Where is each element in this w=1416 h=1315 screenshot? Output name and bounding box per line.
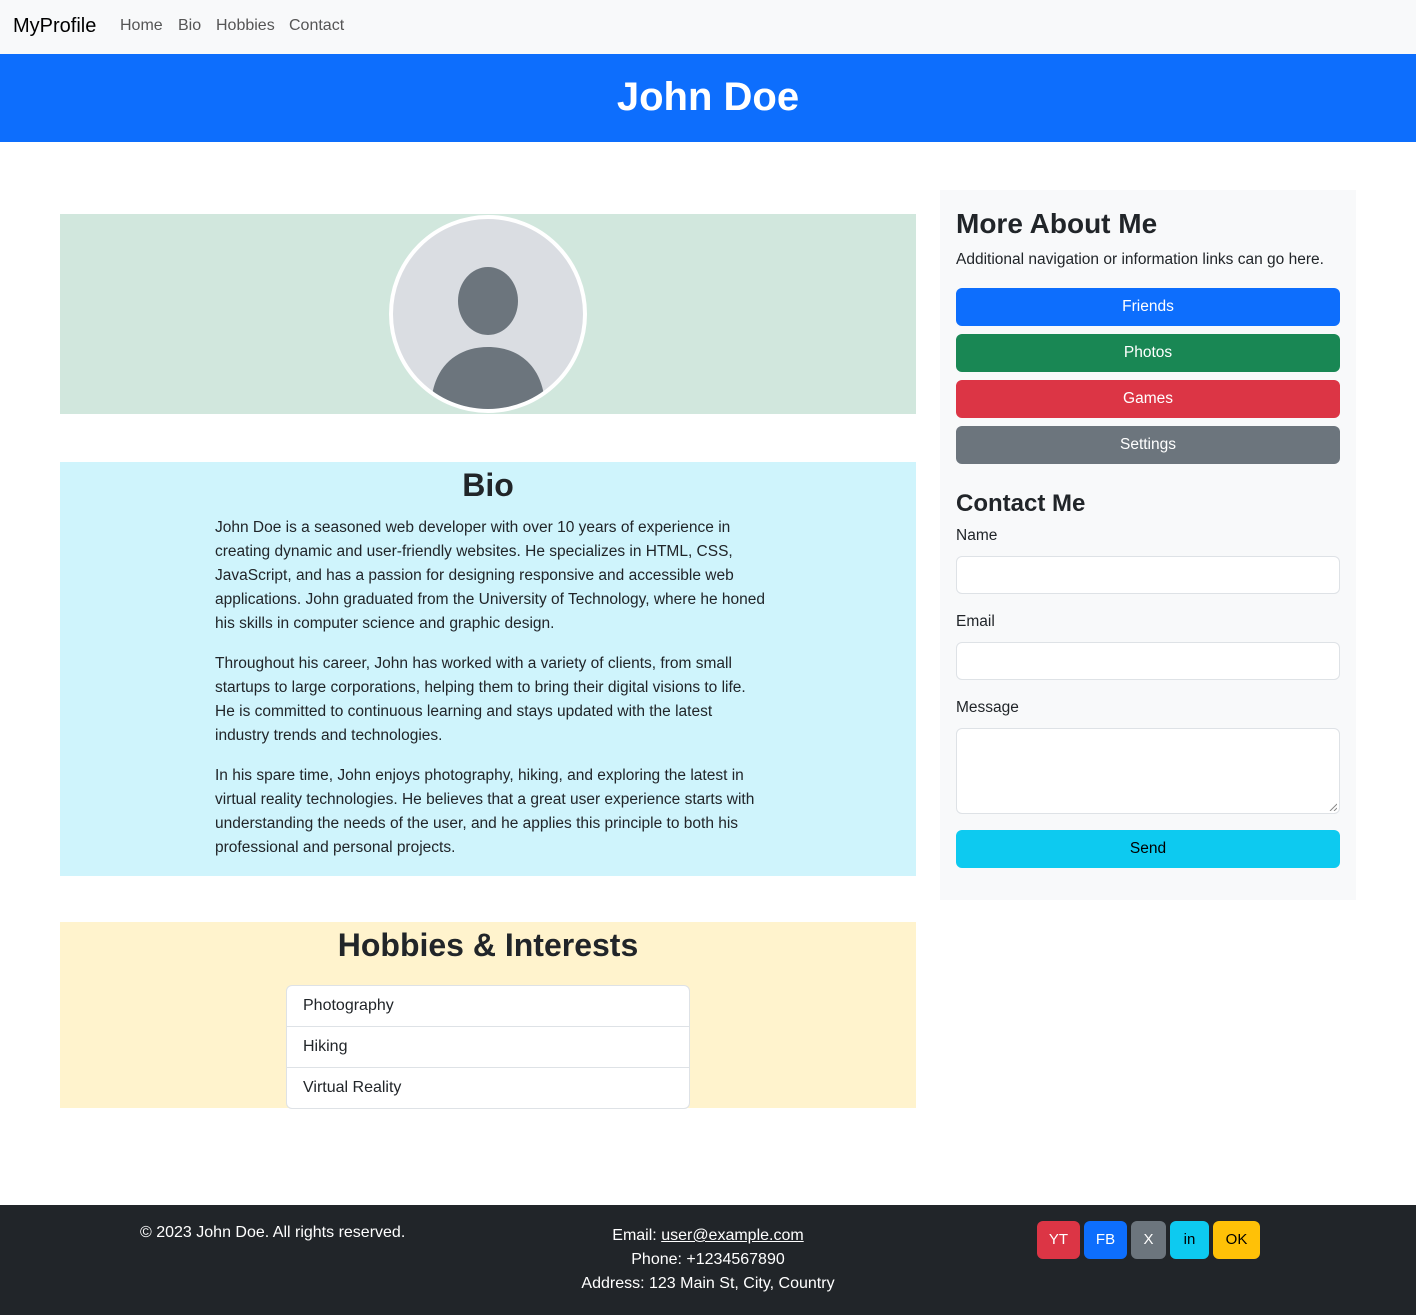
footer-email-row: Email: user@example.com (508, 1224, 908, 1248)
profile-banner (60, 214, 916, 414)
friends-button[interactable]: Friends (956, 288, 1340, 326)
user-silhouette-icon (431, 267, 545, 409)
ok-button[interactable]: OK (1213, 1221, 1260, 1259)
name-label: Name (956, 527, 998, 544)
send-button[interactable]: Send (956, 830, 1340, 868)
bio-heading: Bio (462, 467, 514, 503)
page-header: John Doe (0, 54, 1416, 142)
nav-link-contact[interactable]: Contact (289, 17, 344, 35)
footer-contact-info: Email: user@example.com Phone: +12345678… (508, 1224, 908, 1296)
hobby-list: Photography Hiking Virtual Reality (286, 985, 690, 1109)
footer-phone: Phone: +1234567890 (631, 1251, 785, 1268)
nav-link-home[interactable]: Home (120, 17, 163, 35)
contact-heading: Contact Me (956, 490, 1086, 517)
nav-link-bio[interactable]: Bio (178, 17, 201, 35)
bio-section: Bio John Doe is a seasoned web developer… (60, 462, 916, 876)
avatar (389, 215, 587, 413)
page-title: John Doe (616, 75, 800, 119)
linkedin-button[interactable]: in (1170, 1221, 1209, 1259)
resize-handle-icon[interactable] (1329, 803, 1337, 811)
bio-paragraph: John Doe is a seasoned web developer wit… (215, 519, 766, 632)
footer: © 2023 John Doe. All rights reserved. Em… (0, 1205, 1416, 1315)
list-item: Virtual Reality (303, 1079, 402, 1096)
photos-button[interactable]: Photos (956, 334, 1340, 372)
footer-address: Address: 123 Main St, City, Country (581, 1275, 835, 1292)
navbar: MyProfile Home Bio Hobbies Contact (0, 0, 1416, 54)
bio-paragraph: In his spare time, John enjoys photograp… (215, 767, 755, 856)
message-textarea[interactable] (956, 728, 1340, 814)
email-link[interactable]: user@example.com (661, 1227, 804, 1244)
facebook-button[interactable]: FB (1084, 1221, 1127, 1259)
message-label: Message (956, 699, 1019, 716)
list-item: Photography (287, 986, 689, 1027)
brand-logo[interactable]: MyProfile (13, 15, 96, 38)
email-label: Email (956, 613, 995, 630)
hobbies-section: Hobbies & Interests Photography Hiking V… (60, 922, 916, 1109)
sidebar-heading: More About Me (956, 208, 1158, 239)
nav-link-hobbies[interactable]: Hobbies (216, 17, 275, 35)
email-prefix: Email: (612, 1227, 662, 1244)
bio-text: John Doe is a seasoned web developer wit… (215, 516, 767, 876)
x-button[interactable]: X (1131, 1221, 1166, 1259)
settings-button[interactable]: Settings (956, 426, 1340, 464)
list-item: Hiking (287, 1027, 689, 1068)
youtube-button[interactable]: YT (1037, 1221, 1080, 1259)
email-field[interactable] (956, 642, 1340, 680)
sidebar-description: Additional navigation or information lin… (956, 251, 1324, 268)
games-button[interactable]: Games (956, 380, 1340, 418)
bio-paragraph: Throughout his career, John has worked w… (215, 655, 746, 744)
hobbies-heading: Hobbies & Interests (337, 927, 639, 963)
name-field[interactable] (956, 556, 1340, 594)
copyright-text: © 2023 John Doe. All rights reserved. (140, 1224, 406, 1241)
sidebar: More About Me Additional navigation or i… (940, 190, 1356, 900)
